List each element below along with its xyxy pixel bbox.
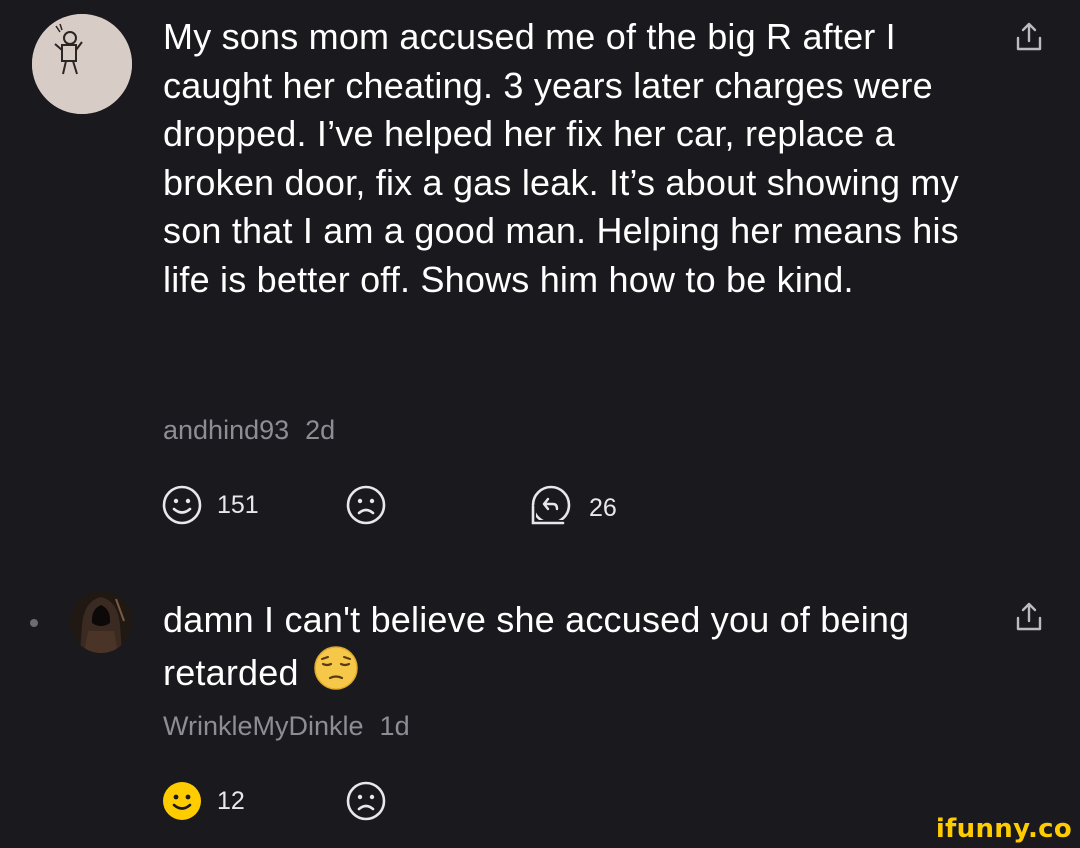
comment-text: My sons mom accused me of the big R afte… [163,16,959,300]
frown-downvote-icon [346,485,386,525]
astronaut-drawing-icon [32,14,132,114]
share-icon[interactable] [1012,20,1046,54]
upvote-count: 151 [217,490,259,519]
comment-text: damn I can't believe she accused you of … [163,596,963,697]
comment-meta: andhind93 2d [163,415,335,446]
upvote-count: 12 [217,786,245,815]
frown-downvote-icon [346,781,386,821]
pensive-face-emoji-icon [313,645,358,690]
upvote-button-active[interactable]: 12 [161,780,245,822]
thread-indicator-dot [30,619,38,627]
username[interactable]: andhind93 [163,415,289,445]
timestamp: 2d [305,415,336,445]
avatar[interactable] [70,591,132,653]
reply-icon [530,485,571,526]
upvote-button[interactable]: 151 [161,484,259,526]
reply-button[interactable]: 26 [527,484,617,532]
comment-meta: WrinkleMyDinkle 1d [163,711,410,742]
timestamp: 1d [379,711,410,741]
downvote-button[interactable] [345,484,387,526]
share-icon[interactable] [1012,600,1046,634]
reply-count: 26 [589,493,617,522]
comment-1: My sons mom accused me of the big R afte… [0,0,1080,560]
downvote-button[interactable] [345,780,387,822]
avatar[interactable] [32,14,132,114]
smile-upvote-icon [162,485,202,525]
username[interactable]: WrinkleMyDinkle [163,711,364,741]
hooded-figure-avatar-icon [70,591,132,653]
ifunny-watermark: ifunny.co [935,814,1072,844]
comment-text-content: damn I can't believe she accused you of … [163,599,910,693]
smile-upvote-icon [163,782,201,820]
